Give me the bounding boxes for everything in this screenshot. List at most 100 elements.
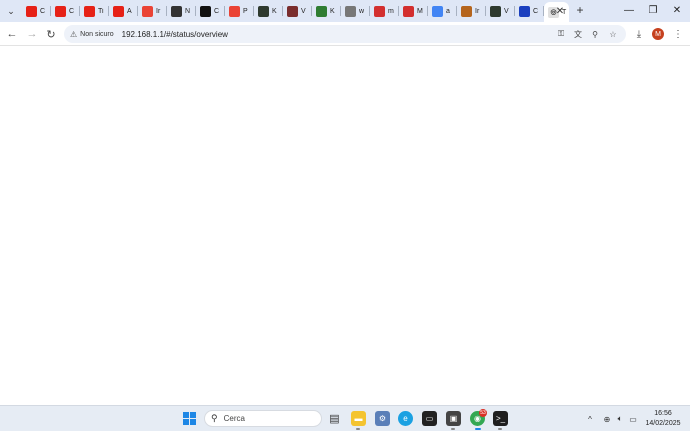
app-icon — [316, 5, 327, 17]
tab-search-chevron-icon[interactable]: ⌄ — [0, 0, 22, 22]
search-placeholder: Cerca — [223, 414, 245, 423]
zoom-icon[interactable]: ⚲ — [588, 27, 602, 41]
tab-title: A — [127, 7, 132, 15]
tab[interactable]: P — [225, 0, 254, 22]
gmail-icon — [142, 5, 153, 17]
browser-toolbar: ← → ↻ ⚠ Non sicuro 192.168.1.1/#/status/… — [0, 22, 690, 46]
running-indicator — [475, 428, 481, 430]
tab-title: Ir — [156, 7, 161, 15]
tab[interactable]: C — [51, 0, 80, 22]
forward-arrow-icon[interactable]: → — [24, 26, 40, 42]
tab[interactable]: K — [254, 0, 283, 22]
menu-kebab-icon[interactable]: ⋮ — [670, 26, 686, 42]
tray-chevron-icon[interactable]: ^ — [584, 413, 596, 425]
tab-title: Ti — [98, 7, 104, 15]
close-window-button[interactable]: ✕ — [668, 2, 686, 18]
blocked-icon — [374, 5, 385, 17]
tab[interactable]: K — [312, 0, 341, 22]
terminal-icon[interactable]: ▭ — [422, 411, 437, 426]
tab[interactable]: Ir — [138, 0, 167, 22]
tab-title: K — [272, 7, 277, 15]
taskbar-search-input[interactable]: ⚲ Cerca — [204, 410, 322, 427]
amazon-icon — [200, 5, 211, 17]
clock-date: 14/02/2025 — [645, 420, 681, 427]
tab-list: C C Ti A Ir N C P K V Kw m Ma Ir V C — [22, 0, 544, 22]
not-secure-icon[interactable]: ⚠ — [70, 30, 77, 39]
back-arrow-icon[interactable]: ← — [4, 26, 20, 42]
file-explorer-icon[interactable]: ▬ — [351, 411, 366, 426]
password-key-icon[interactable]: ⚿ — [554, 27, 568, 41]
bookmark-star-icon[interactable]: ☆ — [606, 27, 620, 41]
battery-icon[interactable]: ▭ — [627, 413, 639, 425]
address-bar[interactable]: ⚠ Non sicuro 192.168.1.1/#/status/overvi… — [64, 25, 626, 43]
download-icon[interactable]: ⤓ — [631, 26, 647, 42]
globe-icon — [345, 5, 356, 17]
tab[interactable]: M — [399, 0, 428, 22]
windows-taskbar: ⚲ Cerca ▤ ▬ ⚙ e ▭ ▣ ◉ 53 >_ ^ ⊕ 🔈︎ ▭ 16:… — [0, 405, 690, 431]
app-icon — [287, 5, 298, 17]
new-tab-button[interactable]: + — [573, 3, 587, 17]
clock-time: 16:56 — [654, 410, 672, 417]
search-icon: ⚲ — [211, 413, 218, 423]
tab[interactable]: V — [283, 0, 312, 22]
profile-avatar[interactable]: M — [652, 28, 664, 40]
task-view-icon[interactable]: ▤ — [327, 411, 342, 426]
google-icon — [432, 5, 443, 17]
translate-icon[interactable]: 文 — [571, 27, 585, 41]
youtube-icon — [26, 5, 37, 17]
security-label[interactable]: Non sicuro — [80, 31, 113, 38]
windows-start-icon[interactable] — [183, 412, 196, 425]
rl-icon — [519, 5, 530, 17]
youtube-icon — [55, 5, 66, 17]
tab-title: C — [533, 7, 539, 15]
url-text[interactable]: 192.168.1.1/#/status/overview — [122, 30, 228, 39]
tab-title: N — [185, 7, 191, 15]
tab[interactable]: C — [515, 0, 544, 22]
tab[interactable]: a — [428, 0, 457, 22]
running-indicator — [356, 428, 360, 430]
volume-icon[interactable]: 🔈︎ — [614, 413, 626, 425]
tab-title: C — [69, 7, 75, 15]
console-icon[interactable]: >_ — [493, 411, 508, 426]
reload-icon[interactable]: ↻ — [43, 26, 59, 42]
tab[interactable]: w — [341, 0, 370, 22]
tab-title: M — [417, 7, 423, 15]
app-icon — [258, 5, 269, 17]
network-app-icon[interactable]: ⚙ — [375, 411, 390, 426]
youtube-icon — [84, 5, 95, 17]
tab-title: P — [243, 7, 248, 15]
tab-title: C — [40, 7, 46, 15]
tab[interactable]: m — [370, 0, 399, 22]
blocked-icon — [403, 5, 414, 17]
minimize-button[interactable]: — — [620, 2, 638, 18]
tab[interactable]: A — [109, 0, 138, 22]
tab-title: w — [359, 7, 365, 15]
language-globe-icon[interactable]: ⊕ — [601, 413, 613, 425]
tab[interactable]: Ir — [457, 0, 486, 22]
app-icon — [461, 5, 472, 17]
tab[interactable]: V — [486, 0, 515, 22]
tab-title: m — [388, 7, 394, 15]
tab-title: V — [301, 7, 306, 15]
youtube-icon — [113, 5, 124, 17]
gmail-icon — [229, 5, 240, 17]
page-content — [0, 47, 690, 405]
maximize-button[interactable]: ❐ — [644, 2, 662, 18]
cart-icon — [171, 5, 182, 17]
tab-title: V — [504, 7, 509, 15]
tab[interactable]: C — [196, 0, 225, 22]
tab[interactable]: N — [167, 0, 196, 22]
edge-icon[interactable]: e — [398, 411, 413, 426]
app-icon — [490, 5, 501, 17]
tab-title: Ir — [475, 7, 480, 15]
remote-app-icon[interactable]: ▣ — [446, 411, 461, 426]
running-indicator — [451, 428, 455, 430]
running-indicator — [498, 428, 502, 430]
tab-title: K — [330, 7, 335, 15]
tab-title: a — [446, 7, 450, 15]
close-tab-icon[interactable]: ✕ — [553, 4, 567, 18]
tab[interactable]: Ti — [80, 0, 109, 22]
tab[interactable]: C — [22, 0, 51, 22]
system-clock[interactable]: 16:56 14/02/2025 — [640, 409, 686, 429]
tab-title: C — [214, 7, 220, 15]
